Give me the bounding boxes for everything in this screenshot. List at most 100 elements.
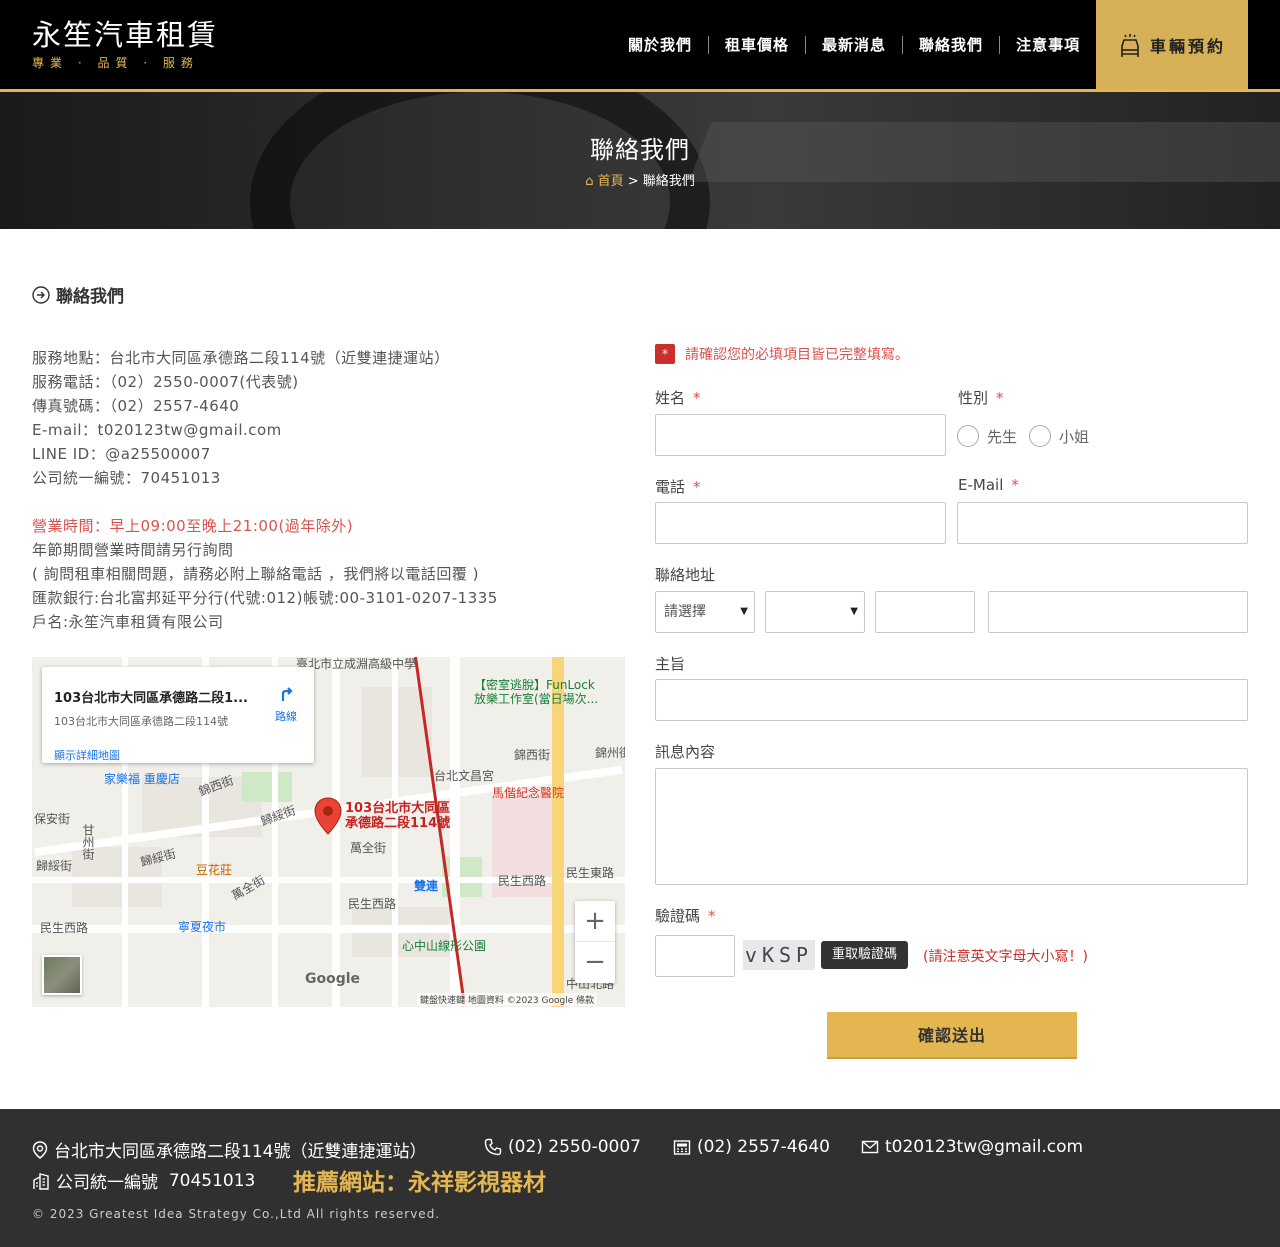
map-label-school: 臺北市立成淵高級中學 xyxy=(296,657,417,671)
zoom-in-button[interactable]: + xyxy=(575,901,615,942)
google-logo: Google xyxy=(305,971,361,987)
nav-notice[interactable]: 注意事項 xyxy=(1000,36,1096,54)
breadcrumb-separator: > xyxy=(627,174,639,189)
name-label: 姓名 * xyxy=(655,389,701,407)
info-holiday: 年節期間營業時間請另行詢問 xyxy=(32,541,234,559)
info-phone: 服務電話：（02）2550-0007(代表號) xyxy=(32,373,299,391)
page-title: 聯絡我們 xyxy=(590,136,690,164)
map-label-baoan: 保安街 xyxy=(34,812,71,826)
logo[interactable]: 永笙汽車租賃 專業 · 品質 · 服務 xyxy=(32,18,218,71)
alert-star-icon: * xyxy=(655,344,675,364)
radio-circle[interactable] xyxy=(957,425,979,447)
map-label-shuanglian: 雙連 xyxy=(414,879,439,893)
info-address: 服務地點：台北市大同區承德路二段114號（近雙連捷運站） xyxy=(32,349,450,367)
booking-button[interactable]: 車輛預約 xyxy=(1096,0,1248,89)
logo-tagline: 專業 · 品質 · 服務 xyxy=(32,56,199,70)
footer-phone[interactable]: (02) 2550-0007 xyxy=(484,1137,641,1157)
info-bank: 匯款銀行:台北富邦延平分行(代號:012)帳號:00-3101-0207-133… xyxy=(32,589,498,607)
map-label-ningxia: 寧夏夜市 xyxy=(178,920,227,934)
fax-icon xyxy=(673,1140,691,1155)
subject-input[interactable] xyxy=(655,679,1248,721)
street-input[interactable] xyxy=(988,591,1248,633)
name-input[interactable] xyxy=(655,414,946,456)
map-label-douhua: 豆花莊 xyxy=(196,863,233,877)
breadcrumb-home[interactable]: 首頁 xyxy=(598,174,624,189)
gender-mr-label: 先生 xyxy=(987,427,1018,446)
location-pin-icon xyxy=(32,1140,48,1159)
map-card-address: 103台北市大同區承德路二段114號 xyxy=(54,715,228,728)
info-fax: 傳真號碼：（02）2557-4640 xyxy=(32,397,240,415)
footer-address: 台北市大同區承德路二段114號（近雙連捷運站） xyxy=(32,1137,426,1162)
map-label-carrefour: 家樂福 重慶店 xyxy=(104,772,180,786)
info-hours: 營業時間：早上09:00至晚上21:00(過年除外) xyxy=(32,517,354,535)
nav-about[interactable]: 關於我們 xyxy=(612,36,710,54)
gender-ms-radio[interactable]: 小姐 xyxy=(1029,425,1089,447)
refresh-captcha-button[interactable]: 重取驗證碼 xyxy=(821,941,909,969)
footer-fax: (02) 2557-4640 xyxy=(673,1137,830,1157)
map-label-jinxi: 錦西街 xyxy=(514,748,551,762)
directions-label: 路線 xyxy=(275,710,297,723)
page-banner: 聯絡我們 ⌂ 首頁 > 聯絡我們 xyxy=(0,92,1280,229)
arrow-circle-icon xyxy=(32,285,50,304)
home-icon: ⌂ xyxy=(585,174,594,189)
map-pin-icon[interactable] xyxy=(314,797,342,835)
map-label-ganzhou: 甘州街 xyxy=(81,824,95,860)
radio-circle[interactable] xyxy=(1029,425,1051,447)
directions-icon xyxy=(281,687,293,701)
required-alert: * 請確認您的必填項目皆已完整填寫。 xyxy=(655,344,909,364)
nav-news[interactable]: 最新消息 xyxy=(806,36,904,54)
section-title: 聯絡我們 xyxy=(56,287,124,307)
contact-info: 服務地點：台北市大同區承德路二段114號（近雙連捷運站） 服務電話：（02）25… xyxy=(32,346,498,634)
map-label-escape-2: 放樂工作室(當日場次... xyxy=(474,692,599,706)
gender-ms-label: 小姐 xyxy=(1059,427,1090,446)
map-label-guisui-3: 歸綏街 xyxy=(36,859,73,873)
map-attribution[interactable]: 鍵盤快速鍵 地圖資料 ©2023 Google 條款 xyxy=(417,993,598,1006)
message-textarea[interactable] xyxy=(655,768,1248,885)
email-input[interactable] xyxy=(957,502,1248,544)
section-heading: 聯絡我們 xyxy=(32,282,124,307)
district-select[interactable] xyxy=(765,591,865,633)
phone-input[interactable] xyxy=(655,502,946,544)
city-select[interactable]: 請選擇 xyxy=(655,591,755,633)
satellite-toggle[interactable] xyxy=(42,955,82,995)
gender-mr-radio[interactable]: 先生 xyxy=(957,425,1017,447)
map-pin-label-2: 承德路二段114號 xyxy=(345,816,451,831)
copyright: © 2023 Greatest Idea Strategy Co.,Ltd Al… xyxy=(32,1207,441,1221)
map-label-minsheng-e: 民生東路 xyxy=(566,866,615,880)
map-label-minsheng-w-2: 民生西路 xyxy=(348,897,397,911)
subject-label: 主旨 xyxy=(655,655,686,673)
alert-text: 請確認您的必填項目皆已完整填寫。 xyxy=(685,347,909,363)
site-footer: 台北市大同區承德路二段114號（近雙連捷運站） (02) 2550-0007 (… xyxy=(0,1109,1280,1247)
email-label: E-Mail * xyxy=(958,476,1019,494)
captcha-image: vKSP xyxy=(743,940,815,970)
zipcode-input[interactable] xyxy=(875,591,975,633)
logo-title: 永笙汽車租賃 xyxy=(32,18,219,52)
info-note: ( 詢問租車相關問題，請務必附上聯絡電話 ，我們將以電話回覆 ) xyxy=(32,565,480,583)
info-tax-id: 公司統一編號：70451013 xyxy=(32,469,221,487)
zoom-out-button[interactable]: − xyxy=(575,942,615,983)
message-label: 訊息內容 xyxy=(655,743,716,761)
captcha-note: (請注意英文字母大小寫！) xyxy=(923,949,1088,965)
captcha-input[interactable] xyxy=(655,935,735,977)
recommended-site-link[interactable]: 推薦網站：永祥影視器材 xyxy=(293,1163,546,1197)
site-header: 永笙汽車租賃 專業 · 品質 · 服務 關於我們 租車價格 最新消息 聯絡我們 … xyxy=(0,0,1280,92)
nav-contact[interactable]: 聯絡我們 xyxy=(903,36,1001,54)
google-map[interactable]: 臺北市立成淵高級中學 【密室逃脫】FunLock 放樂工作室(當日場次... 錦… xyxy=(32,657,625,1007)
map-label-minsheng-w-3: 民生西路 xyxy=(40,921,89,935)
map-label-guisui: 歸綏街 xyxy=(258,803,298,829)
nav-pricing[interactable]: 租車價格 xyxy=(709,36,807,54)
info-email: E-mail：t020123tw@gmail.com xyxy=(32,421,282,439)
car-icon xyxy=(1121,33,1139,57)
footer-email[interactable]: t020123tw@gmail.com xyxy=(861,1137,1083,1157)
map-view-larger-link[interactable]: 顯示詳細地圖 xyxy=(54,747,120,763)
map-directions-button[interactable]: 路線 xyxy=(268,683,304,724)
phone-icon xyxy=(484,1138,502,1156)
breadcrumb-current: 聯絡我們 xyxy=(642,174,695,189)
gender-label: 性別 * xyxy=(958,389,1004,407)
map-info-card: 103台北市大同區承德路二段1... 103台北市大同區承德路二段114號 顯示… xyxy=(42,667,314,763)
map-pin-label-1: 103台北市大同區 xyxy=(345,801,451,816)
map-label-minsheng-w: 民生西路 xyxy=(498,874,547,888)
submit-button[interactable]: 確認送出 xyxy=(827,1012,1077,1059)
map-label-park: 心中山線形公園 xyxy=(402,939,487,953)
map-label-wanquan-2: 萬全街 xyxy=(350,841,387,855)
